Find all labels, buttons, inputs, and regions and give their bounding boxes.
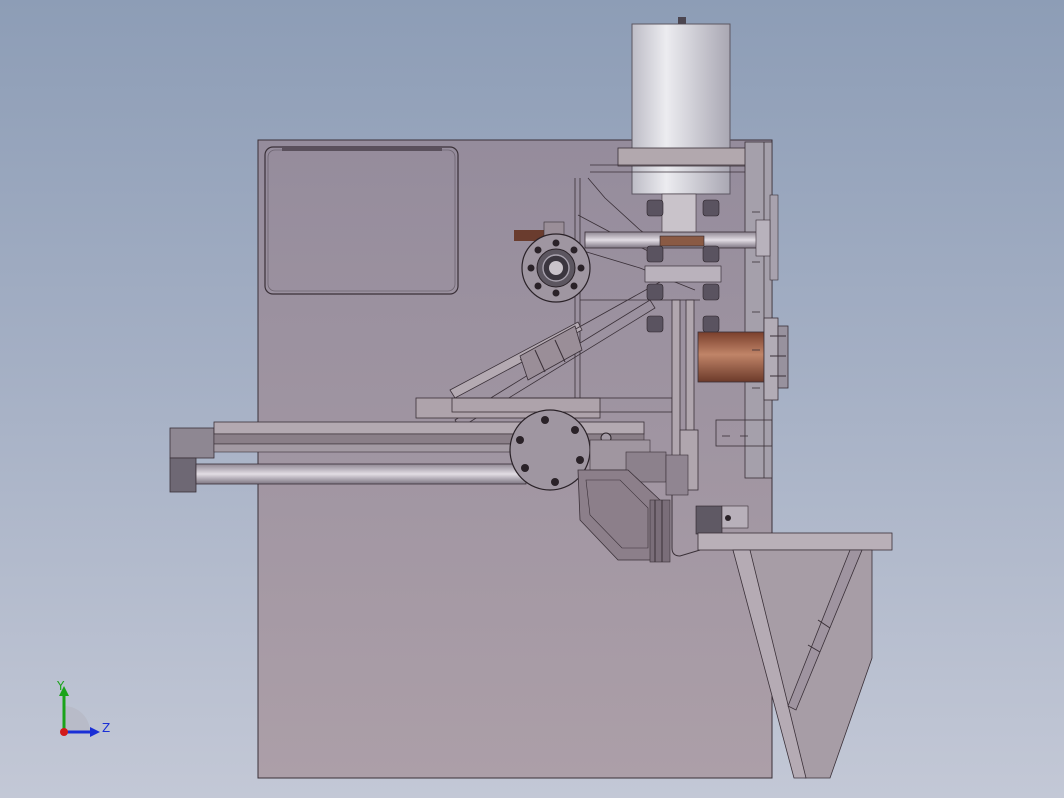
z-axis-label: Z xyxy=(102,721,111,735)
3d-viewport[interactable]: Y Z xyxy=(0,0,1064,798)
model-view[interactable] xyxy=(0,0,1064,798)
upper-flange[interactable] xyxy=(521,233,591,303)
y-axis-label: Y xyxy=(57,679,65,693)
axis-triad: Y Z xyxy=(50,676,120,746)
